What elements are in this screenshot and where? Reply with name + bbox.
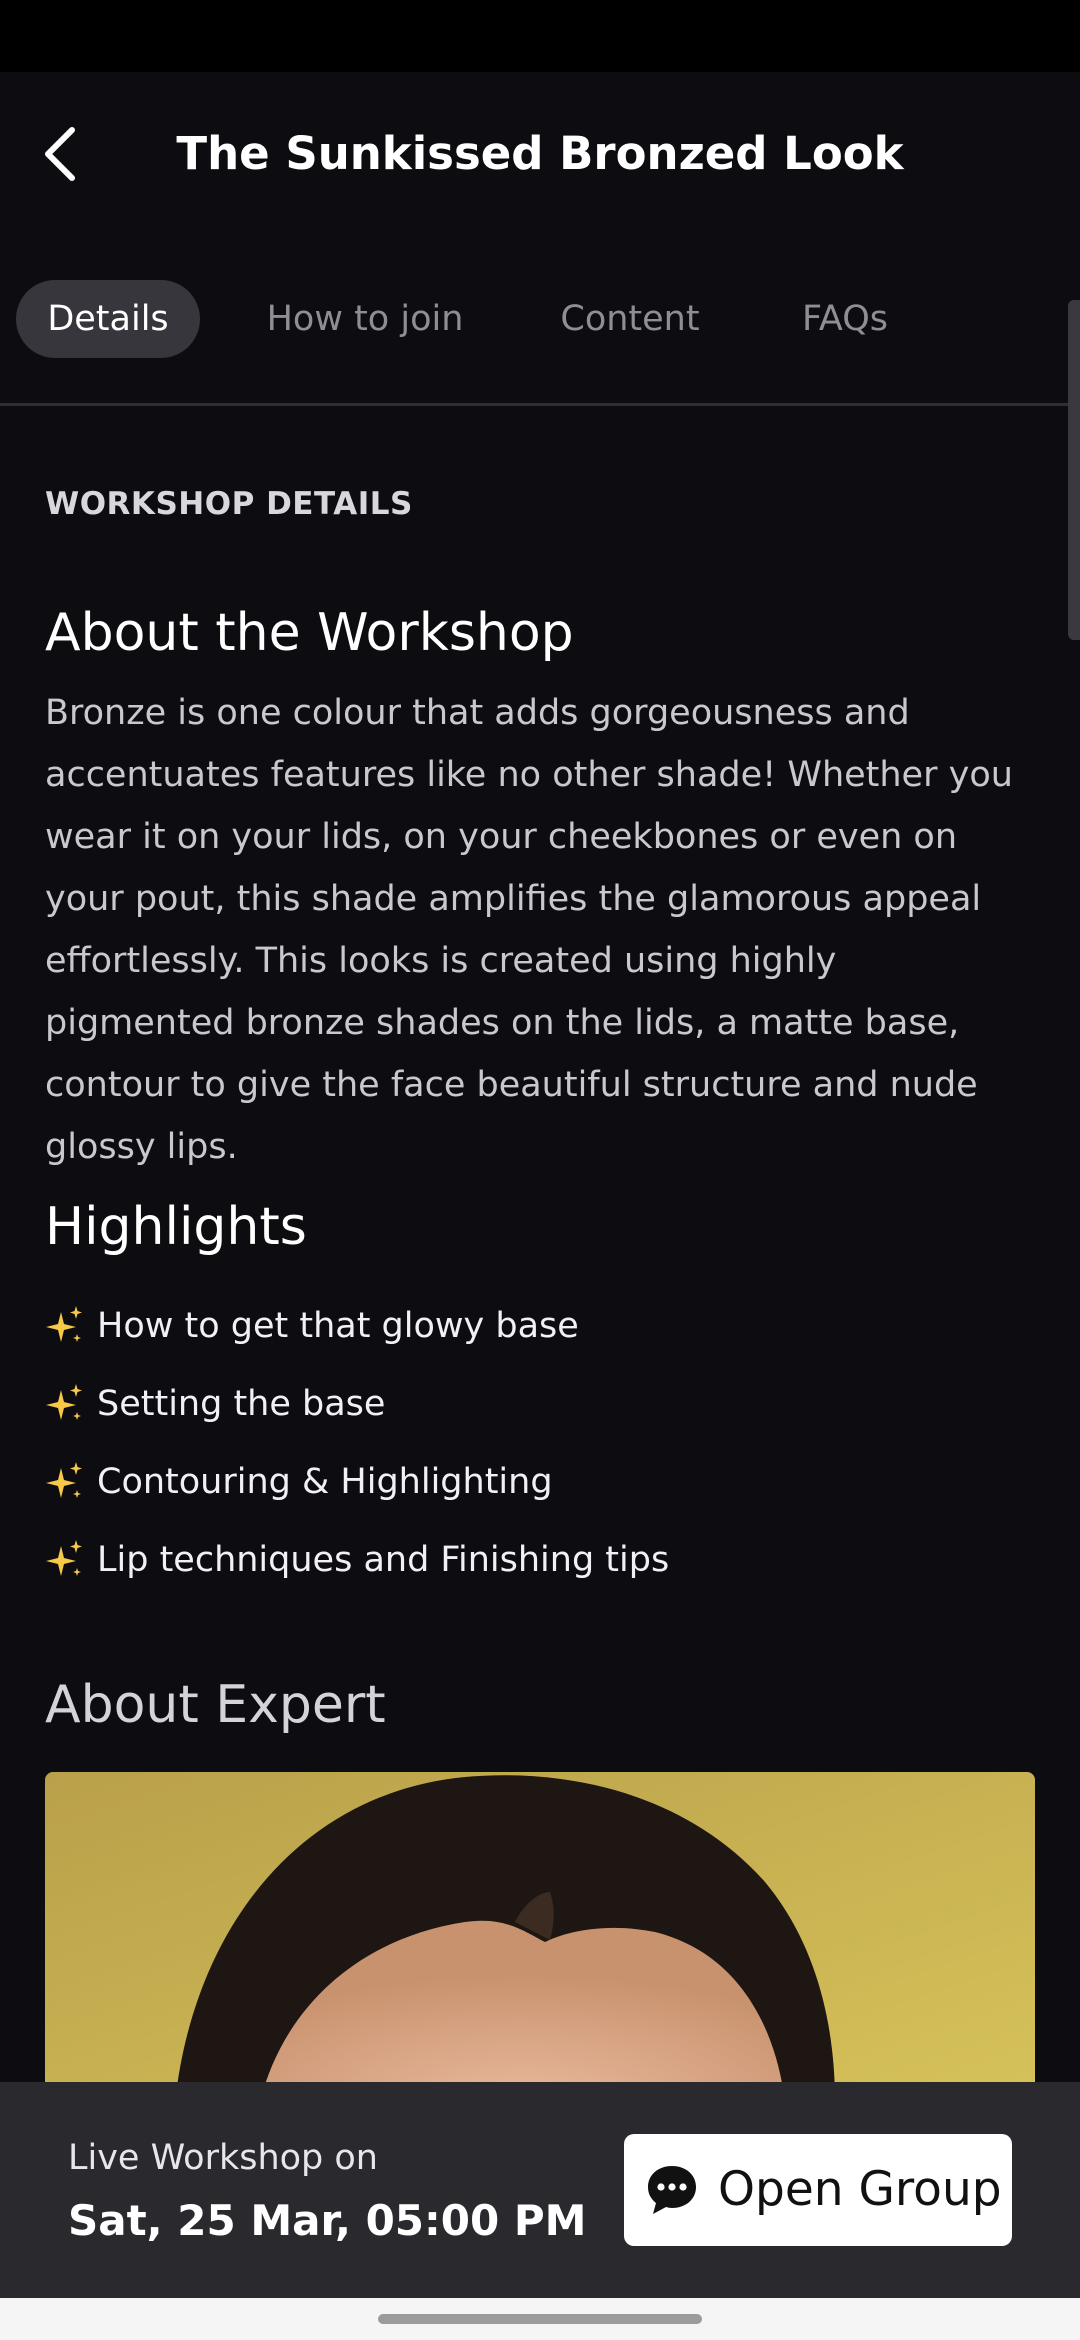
- back-button[interactable]: [30, 122, 90, 186]
- highlight-item: Contouring & Highlighting: [45, 1456, 1035, 1534]
- expert-photo-image: [45, 1772, 1035, 2102]
- highlight-text: Setting the base: [97, 1384, 386, 1424]
- highlight-text: How to get that glowy base: [97, 1306, 579, 1346]
- app-header: The Sunkissed Bronzed Look: [0, 72, 1080, 237]
- chevron-left-icon: [45, 127, 75, 181]
- highlight-item: How to get that glowy base: [45, 1300, 1035, 1378]
- about-text: Bronze is one colour that adds gorgeousn…: [45, 693, 1013, 1167]
- sparkles-icon: [46, 1540, 82, 1576]
- highlight-item: Lip techniques and Finishing tips: [45, 1534, 1035, 1612]
- tab-divider: [0, 403, 1080, 406]
- system-nav-area: [0, 2298, 1080, 2340]
- scrollbar[interactable]: [1068, 300, 1080, 640]
- bottom-bar: Live Workshop on Sat, 25 Mar, 05:00 PM O…: [0, 2082, 1080, 2298]
- sparkles-icon: [46, 1306, 82, 1342]
- tab-content[interactable]: Content: [540, 280, 720, 358]
- status-bar: [0, 0, 1080, 72]
- home-indicator[interactable]: [378, 2314, 702, 2324]
- highlight-item: Setting the base: [45, 1378, 1035, 1456]
- workshop-label: Live Workshop on: [68, 2138, 378, 2178]
- highlight-text: Contouring & Highlighting: [97, 1462, 553, 1502]
- section-label: WORKSHOP DETAILS: [45, 486, 413, 522]
- tab-details[interactable]: Details: [16, 280, 200, 358]
- highlight-text: Lip techniques and Finishing tips: [97, 1540, 670, 1580]
- tab-bar: Details How to join Content FAQs: [0, 280, 1080, 364]
- highlights-heading: Highlights: [45, 1197, 307, 1257]
- tab-how-to-join[interactable]: How to join: [250, 280, 480, 358]
- workshop-date: Sat, 25 Mar, 05:00 PM: [68, 2196, 587, 2245]
- open-group-button[interactable]: Open Group: [624, 2134, 1012, 2246]
- chat-bubble-icon: [648, 2166, 696, 2214]
- sparkles-icon: [46, 1462, 82, 1498]
- expert-heading: About Expert: [45, 1675, 386, 1735]
- about-heading: About the Workshop: [45, 603, 574, 663]
- highlights-list: How to get that glowy base Setting the b…: [45, 1300, 1035, 1612]
- sparkles-icon: [46, 1384, 82, 1420]
- open-group-label: Open Group: [718, 2162, 1002, 2217]
- tab-faqs[interactable]: FAQs: [780, 280, 910, 358]
- page-title: The Sunkissed Bronzed Look: [176, 127, 904, 180]
- expert-photo: [45, 1772, 1035, 2102]
